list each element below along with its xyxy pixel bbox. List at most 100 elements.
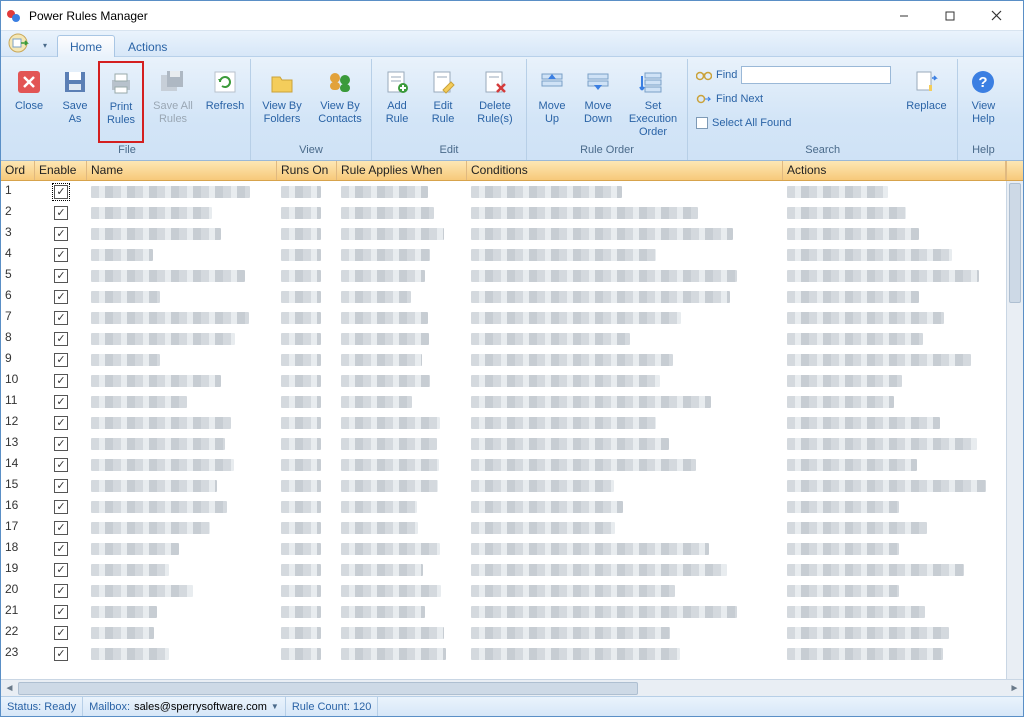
delete-rules-button[interactable]: Delete Rule(s) bbox=[466, 61, 524, 143]
checkbox-icon[interactable]: ✓ bbox=[54, 563, 68, 577]
table-row[interactable]: 10✓ bbox=[1, 370, 1006, 391]
checkbox-icon[interactable]: ✓ bbox=[54, 374, 68, 388]
tab-actions[interactable]: Actions bbox=[115, 35, 180, 57]
cell-enable[interactable]: ✓ bbox=[35, 307, 87, 328]
checkbox-icon[interactable]: ✓ bbox=[54, 542, 68, 556]
col-header-actions[interactable]: Actions bbox=[783, 161, 1006, 180]
select-all-found-row[interactable]: Select All Found bbox=[696, 113, 891, 133]
qat-main-button[interactable] bbox=[5, 32, 39, 54]
checkbox-icon[interactable]: ✓ bbox=[54, 227, 68, 241]
qat-dropdown-icon[interactable]: ▾ bbox=[39, 34, 51, 56]
checkbox-icon[interactable]: ✓ bbox=[54, 206, 68, 220]
cell-enable[interactable]: ✓ bbox=[35, 265, 87, 286]
find-input[interactable] bbox=[741, 66, 891, 84]
checkbox-icon[interactable]: ✓ bbox=[54, 626, 68, 640]
table-row[interactable]: 11✓ bbox=[1, 391, 1006, 412]
table-row[interactable]: 2✓ bbox=[1, 202, 1006, 223]
cell-enable[interactable]: ✓ bbox=[35, 328, 87, 349]
table-row[interactable]: 3✓ bbox=[1, 223, 1006, 244]
table-row[interactable]: 13✓ bbox=[1, 433, 1006, 454]
scroll-right-icon[interactable]: ► bbox=[1006, 681, 1023, 696]
cell-enable[interactable]: ✓ bbox=[35, 622, 87, 643]
refresh-button[interactable]: Refresh bbox=[202, 61, 248, 143]
horizontal-scrollbar[interactable]: ◄ ► bbox=[1, 679, 1023, 696]
table-row[interactable]: 7✓ bbox=[1, 307, 1006, 328]
checkbox-icon[interactable]: ✓ bbox=[54, 332, 68, 346]
move-up-button[interactable]: Move Up bbox=[529, 61, 575, 143]
checkbox-icon[interactable]: ✓ bbox=[54, 521, 68, 535]
cell-enable[interactable]: ✓ bbox=[35, 391, 87, 412]
add-rule-button[interactable]: Add Rule bbox=[374, 61, 420, 143]
table-row[interactable]: 17✓ bbox=[1, 517, 1006, 538]
table-row[interactable]: 5✓ bbox=[1, 265, 1006, 286]
tab-home[interactable]: Home bbox=[57, 35, 115, 57]
checkbox-icon[interactable]: ✓ bbox=[54, 248, 68, 262]
minimize-button[interactable] bbox=[881, 2, 927, 30]
checkbox-icon[interactable]: ✓ bbox=[54, 437, 68, 451]
cell-enable[interactable]: ✓ bbox=[35, 244, 87, 265]
edit-rule-button[interactable]: Edit Rule bbox=[420, 61, 466, 143]
table-row[interactable]: 18✓ bbox=[1, 538, 1006, 559]
checkbox-icon[interactable]: ✓ bbox=[54, 290, 68, 304]
checkbox-icon[interactable]: ✓ bbox=[54, 479, 68, 493]
cell-enable[interactable]: ✓ bbox=[35, 370, 87, 391]
col-header-enable[interactable]: Enable bbox=[35, 161, 87, 180]
checkbox-icon[interactable]: ✓ bbox=[54, 416, 68, 430]
view-by-folders-button[interactable]: View By Folders bbox=[253, 61, 311, 143]
find-next-button[interactable]: Find Next bbox=[696, 89, 891, 109]
view-by-contacts-button[interactable]: View By Contacts bbox=[311, 61, 369, 143]
view-help-button[interactable]: ? View Help bbox=[960, 61, 1006, 143]
cell-enable[interactable]: ✓ bbox=[35, 349, 87, 370]
cell-enable[interactable]: ✓ bbox=[35, 181, 87, 202]
print-rules-button[interactable]: Print Rules bbox=[98, 61, 144, 143]
select-all-found-checkbox[interactable] bbox=[696, 117, 708, 129]
checkbox-icon[interactable]: ✓ bbox=[54, 269, 68, 283]
replace-button[interactable]: Replace bbox=[897, 61, 955, 143]
cell-enable[interactable]: ✓ bbox=[35, 454, 87, 475]
save-as-button[interactable]: Save As bbox=[52, 61, 98, 143]
checkbox-icon[interactable]: ✓ bbox=[54, 647, 68, 661]
cell-enable[interactable]: ✓ bbox=[35, 643, 87, 664]
table-row[interactable]: 14✓ bbox=[1, 454, 1006, 475]
checkbox-icon[interactable]: ✓ bbox=[54, 311, 68, 325]
set-execution-order-button[interactable]: Set Execution Order bbox=[621, 61, 685, 143]
table-row[interactable]: 19✓ bbox=[1, 559, 1006, 580]
table-row[interactable]: 9✓ bbox=[1, 349, 1006, 370]
checkbox-icon[interactable]: ✓ bbox=[54, 458, 68, 472]
table-row[interactable]: 21✓ bbox=[1, 601, 1006, 622]
cell-enable[interactable]: ✓ bbox=[35, 286, 87, 307]
checkbox-icon[interactable]: ✓ bbox=[54, 185, 68, 199]
cell-enable[interactable]: ✓ bbox=[35, 475, 87, 496]
cell-enable[interactable]: ✓ bbox=[35, 559, 87, 580]
table-row[interactable]: 8✓ bbox=[1, 328, 1006, 349]
save-all-rules-button[interactable]: Save All Rules bbox=[144, 61, 202, 143]
maximize-button[interactable] bbox=[927, 2, 973, 30]
cell-enable[interactable]: ✓ bbox=[35, 202, 87, 223]
table-row[interactable]: 1✓ bbox=[1, 181, 1006, 202]
table-row[interactable]: 4✓ bbox=[1, 244, 1006, 265]
table-row[interactable]: 16✓ bbox=[1, 496, 1006, 517]
cell-enable[interactable]: ✓ bbox=[35, 580, 87, 601]
cell-enable[interactable]: ✓ bbox=[35, 496, 87, 517]
checkbox-icon[interactable]: ✓ bbox=[54, 584, 68, 598]
col-header-runs-on[interactable]: Runs On bbox=[277, 161, 337, 180]
move-down-button[interactable]: Move Down bbox=[575, 61, 621, 143]
checkbox-icon[interactable]: ✓ bbox=[54, 353, 68, 367]
col-header-conditions[interactable]: Conditions bbox=[467, 161, 783, 180]
table-row[interactable]: 6✓ bbox=[1, 286, 1006, 307]
checkbox-icon[interactable]: ✓ bbox=[54, 605, 68, 619]
close-button[interactable]: Close bbox=[6, 61, 52, 143]
table-row[interactable]: 12✓ bbox=[1, 412, 1006, 433]
cell-enable[interactable]: ✓ bbox=[35, 538, 87, 559]
col-header-applies-when[interactable]: Rule Applies When bbox=[337, 161, 467, 180]
table-row[interactable]: 20✓ bbox=[1, 580, 1006, 601]
close-window-button[interactable] bbox=[973, 2, 1019, 30]
col-header-name[interactable]: Name bbox=[87, 161, 277, 180]
vertical-scrollbar[interactable] bbox=[1006, 181, 1023, 679]
col-header-order[interactable]: Ord bbox=[1, 161, 35, 180]
table-row[interactable]: 15✓ bbox=[1, 475, 1006, 496]
cell-enable[interactable]: ✓ bbox=[35, 412, 87, 433]
cell-enable[interactable]: ✓ bbox=[35, 223, 87, 244]
cell-enable[interactable]: ✓ bbox=[35, 433, 87, 454]
mailbox-dropdown-icon[interactable]: ▼ bbox=[271, 702, 279, 711]
